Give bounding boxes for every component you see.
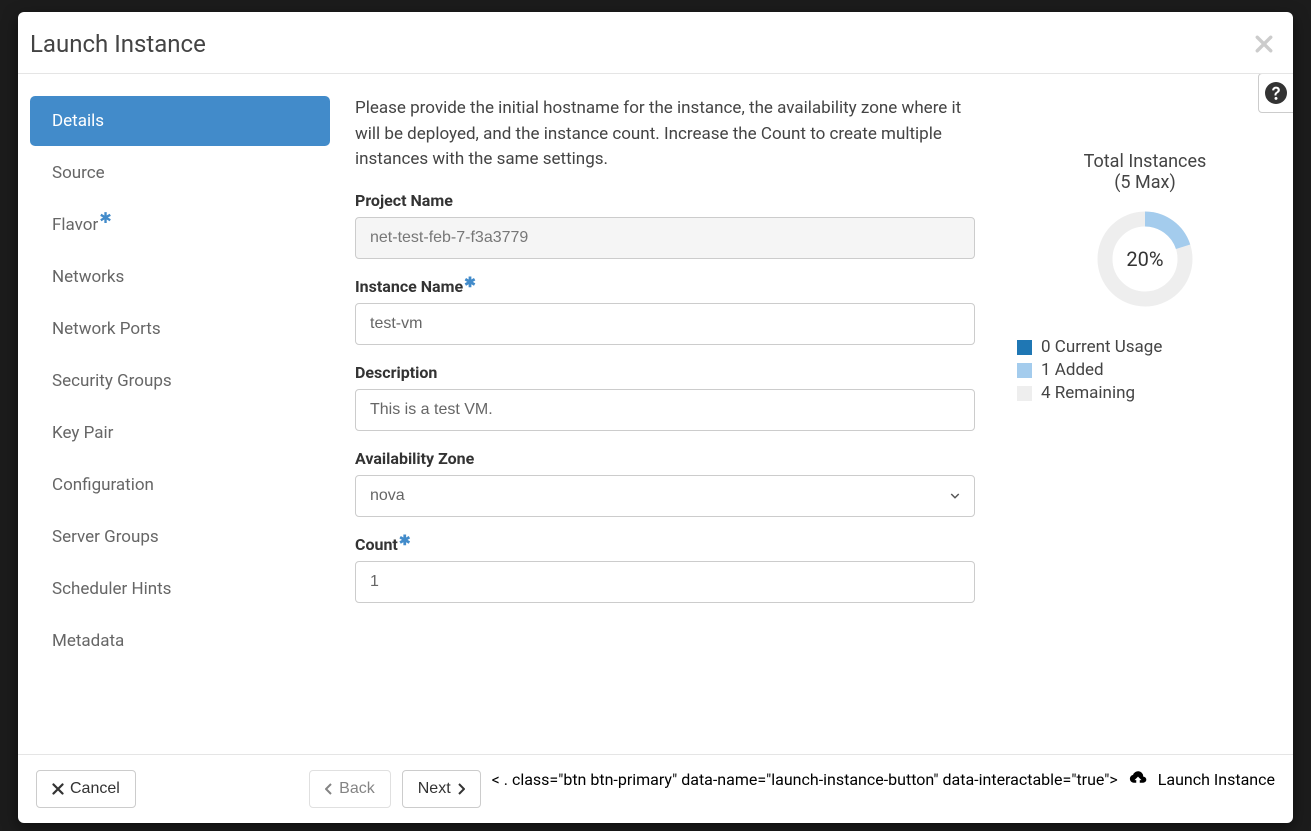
count-input[interactable] <box>355 561 975 603</box>
legend: 0 Current Usage 1 Added 4 Remaining <box>1015 337 1162 406</box>
nav-metadata[interactable]: Metadata <box>30 616 330 666</box>
legend-swatch <box>1017 340 1032 355</box>
chevron-left-icon <box>325 783 333 795</box>
chevron-right-icon <box>457 783 465 795</box>
description-input[interactable] <box>355 389 975 431</box>
nav-scheduler-hints[interactable]: Scheduler Hints <box>30 564 330 614</box>
summary-title: Total Instances <box>1084 151 1207 172</box>
nav-details[interactable]: Details <box>30 96 330 146</box>
project-name-label: Project Name <box>355 191 975 210</box>
description-label: Description <box>355 363 975 382</box>
x-icon <box>52 783 64 795</box>
nav-label: Key Pair <box>52 423 113 443</box>
launch-instance-modal: Launch Instance Details Source Flavor✱ Netw… <box>18 12 1293 823</box>
nav-label: Metadata <box>52 631 124 651</box>
nav-flavor[interactable]: Flavor✱ <box>30 200 330 250</box>
help-button[interactable] <box>1258 74 1293 113</box>
next-button[interactable]: Next <box>402 770 481 808</box>
nav-security-groups[interactable]: Security Groups <box>30 356 330 406</box>
nav-label: Source <box>52 163 105 183</box>
nav-label: Networks <box>52 267 124 287</box>
availability-zone-select[interactable]: nova <box>355 475 975 517</box>
help-icon <box>1265 82 1287 104</box>
back-button[interactable]: Back <box>309 770 391 808</box>
close-icon <box>1255 35 1273 53</box>
legend-item: 4 Remaining <box>1017 383 1162 403</box>
nav-label: Details <box>52 111 104 131</box>
modal-header: Launch Instance <box>18 12 1293 74</box>
wizard-main: Please provide the initial hostname for … <box>330 96 1275 744</box>
legend-text: 4 Remaining <box>1041 383 1135 403</box>
donut-percent: 20% <box>1095 209 1195 309</box>
quota-summary: Total Instances (5 Max) 20% 0 Current Us… <box>1015 96 1275 744</box>
details-form: Please provide the initial hostname for … <box>355 96 975 744</box>
nav-network-ports[interactable]: Network Ports <box>30 304 330 354</box>
instance-name-label: Instance Name✱ <box>355 277 975 296</box>
close-button[interactable] <box>1255 31 1273 57</box>
nav-label: Security Groups <box>52 371 172 391</box>
legend-item: 1 Added <box>1017 360 1162 380</box>
legend-text: 0 Current Usage <box>1041 337 1162 357</box>
donut-chart: 20% <box>1095 209 1195 309</box>
modal-footer: Cancel Back Next < . class="btn btn-prim… <box>18 754 1293 823</box>
instance-name-input[interactable] <box>355 303 975 345</box>
nav-source[interactable]: Source <box>30 148 330 198</box>
legend-text: 1 Added <box>1041 360 1104 380</box>
nav-server-groups[interactable]: Server Groups <box>30 512 330 562</box>
legend-swatch <box>1017 386 1032 401</box>
modal-body: Details Source Flavor✱ Networks Network Port… <box>18 74 1293 754</box>
legend-swatch <box>1017 363 1032 378</box>
availability-zone-label: Availability Zone <box>355 449 975 468</box>
nav-key-pair[interactable]: Key Pair <box>30 408 330 458</box>
intro-text: Please provide the initial hostname for … <box>355 96 975 173</box>
nav-label: Scheduler Hints <box>52 579 171 599</box>
count-label: Count✱ <box>355 535 975 554</box>
nav-configuration[interactable]: Configuration <box>30 460 330 510</box>
nav-networks[interactable]: Networks <box>30 252 330 302</box>
wizard-sidebar: Details Source Flavor✱ Networks Network Port… <box>30 96 330 744</box>
nav-label: Flavor <box>52 215 98 235</box>
cancel-button[interactable]: Cancel <box>36 770 136 808</box>
summary-max: (5 Max) <box>1114 172 1175 193</box>
nav-label: Server Groups <box>52 527 159 547</box>
nav-label: Configuration <box>52 475 154 495</box>
legend-item: 0 Current Usage <box>1017 337 1162 357</box>
project-name-input <box>355 217 975 259</box>
required-icon: ✱ <box>99 209 112 227</box>
modal-title: Launch Instance <box>30 30 206 58</box>
cloud-upload-icon <box>1129 770 1147 784</box>
nav-label: Network Ports <box>52 319 161 339</box>
